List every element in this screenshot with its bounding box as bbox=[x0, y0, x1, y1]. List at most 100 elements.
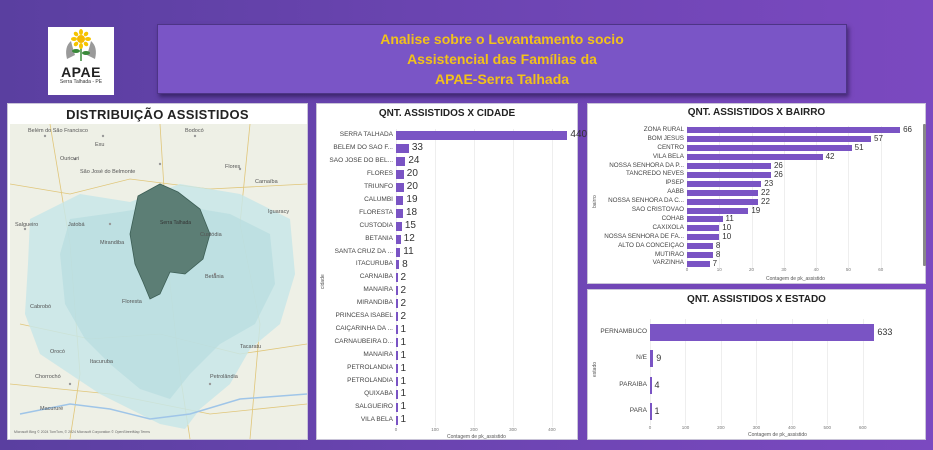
bar[interactable] bbox=[687, 243, 713, 250]
data-label: 12 bbox=[403, 233, 415, 245]
bar[interactable] bbox=[687, 136, 872, 143]
category-label: PETROLANDIA bbox=[347, 364, 393, 372]
bar[interactable] bbox=[650, 403, 652, 421]
map-title: DISTRIBUIÇÃO ASSISTIDOS bbox=[66, 107, 249, 122]
bar[interactable] bbox=[396, 208, 403, 218]
bar[interactable] bbox=[396, 286, 398, 296]
bar[interactable] bbox=[687, 252, 713, 259]
chart-estado-ylabel: estado bbox=[592, 361, 598, 377]
category-label: CAXIXOLA bbox=[652, 223, 685, 231]
data-label: 4 bbox=[654, 379, 660, 390]
bar[interactable] bbox=[396, 273, 398, 283]
category-label: TRIUNFO bbox=[364, 182, 393, 190]
bar[interactable] bbox=[687, 207, 749, 214]
category-label: TANCREDO NEVES bbox=[626, 170, 684, 178]
bar[interactable] bbox=[396, 364, 398, 374]
bar[interactable] bbox=[687, 145, 852, 152]
bar[interactable] bbox=[687, 189, 759, 196]
bar[interactable] bbox=[396, 299, 398, 309]
bar[interactable] bbox=[396, 234, 401, 244]
bar[interactable] bbox=[396, 415, 398, 425]
chart-cidade[interactable]: QNT. ASSISTIDOS X CIDADE cidade Contagem… bbox=[316, 103, 587, 440]
bar[interactable] bbox=[396, 221, 402, 231]
x-tick-label: 30 bbox=[781, 267, 787, 272]
bar[interactable] bbox=[650, 323, 875, 341]
data-label: 1 bbox=[400, 414, 407, 426]
map-label-highlight: Serra Talhada bbox=[160, 220, 192, 226]
bar[interactable] bbox=[396, 143, 409, 153]
bar[interactable] bbox=[687, 171, 771, 178]
x-tick-label: 60 bbox=[878, 267, 884, 272]
data-label: 24 bbox=[408, 155, 420, 167]
bar[interactable] bbox=[687, 225, 720, 232]
bar[interactable] bbox=[687, 216, 723, 223]
data-label: 1 bbox=[400, 336, 407, 348]
category-label: SANTA CRUZ DA ... bbox=[334, 247, 393, 255]
bar[interactable] bbox=[650, 376, 652, 394]
data-label: 22 bbox=[761, 196, 770, 206]
map-label: Chorrochó bbox=[35, 374, 61, 380]
map-label: Floresta bbox=[122, 299, 142, 305]
bar[interactable] bbox=[687, 180, 762, 187]
data-label: 42 bbox=[825, 152, 835, 162]
chart-bairro-scrollbar[interactable] bbox=[923, 124, 926, 266]
bar[interactable] bbox=[687, 154, 823, 161]
chart-estado-title: QNT. ASSISTIDOS X ESTADO bbox=[687, 294, 826, 305]
bar[interactable] bbox=[396, 312, 398, 322]
category-label: NOSSA SENHORA DE FÁ... bbox=[604, 232, 684, 240]
x-tick-label: 0 bbox=[648, 425, 652, 430]
bar[interactable] bbox=[687, 127, 901, 134]
category-label: BETÂNIA bbox=[365, 234, 393, 242]
bar[interactable] bbox=[687, 234, 720, 241]
category-label: PARAÍBA bbox=[619, 380, 647, 388]
bar[interactable] bbox=[396, 260, 400, 270]
logo-subtitle: Serra Talhada - PE bbox=[59, 79, 103, 85]
data-label: 2 bbox=[400, 284, 407, 296]
map-label: São José do Belmonte bbox=[80, 169, 136, 175]
bar[interactable] bbox=[396, 156, 406, 166]
map-label: Macururé bbox=[40, 406, 64, 412]
category-label: FLORESTA bbox=[359, 208, 393, 216]
category-label: NOSSA SENHORA DA C... bbox=[608, 197, 684, 205]
x-tick-label: 0 bbox=[394, 427, 398, 432]
map-canvas[interactable]: Belém do São Francisco Exu Bodocó Ouricu… bbox=[10, 124, 307, 439]
bar[interactable] bbox=[650, 350, 654, 368]
bar[interactable] bbox=[687, 260, 710, 267]
category-label: SÃO CRISTÓVÃO bbox=[631, 206, 684, 214]
category-label: SALGUEIRO bbox=[355, 402, 393, 410]
flower-hands-icon bbox=[66, 29, 96, 61]
bar[interactable] bbox=[396, 351, 398, 361]
category-label: MIRANDIBA bbox=[356, 299, 393, 307]
data-label: 8 bbox=[402, 258, 408, 270]
bar[interactable] bbox=[396, 325, 398, 335]
data-label: 1 bbox=[400, 323, 407, 335]
bar[interactable] bbox=[396, 182, 404, 192]
bar[interactable] bbox=[396, 389, 398, 399]
bar[interactable] bbox=[396, 130, 568, 140]
category-label: CAIÇARINHA DA ... bbox=[335, 325, 393, 333]
report-title-line-3: APAE-Serra Talhada bbox=[434, 71, 570, 87]
bar[interactable] bbox=[687, 198, 759, 205]
chart-bairro[interactable]: QNT. ASSISTIDOS X BAIRRO bairro Contagem… bbox=[587, 103, 926, 284]
bar[interactable] bbox=[687, 163, 771, 170]
map-base bbox=[10, 124, 307, 439]
data-label: 19 bbox=[406, 194, 418, 206]
bar[interactable] bbox=[396, 402, 398, 412]
bar[interactable] bbox=[396, 338, 398, 348]
data-label: 20 bbox=[406, 168, 418, 180]
category-label: PRINCESA ISABEL bbox=[335, 312, 393, 320]
x-tick-label: 400 bbox=[788, 425, 796, 430]
map-label: Iguaracy bbox=[268, 209, 290, 215]
bar[interactable] bbox=[396, 169, 404, 179]
map-visual[interactable]: DISTRIBUIÇÃO ASSISTIDOS Belém do São Fra… bbox=[7, 103, 308, 440]
x-tick-label: 40 bbox=[813, 267, 819, 272]
chart-estado[interactable]: QNT. ASSISTIDOS X ESTADO estado Contagem… bbox=[587, 289, 926, 440]
bar[interactable] bbox=[396, 247, 401, 257]
category-label: VILA BELA bbox=[360, 415, 393, 423]
data-label: 633 bbox=[877, 326, 893, 337]
data-label: 2 bbox=[400, 271, 407, 283]
category-label: PARÁ bbox=[629, 407, 647, 415]
bar[interactable] bbox=[396, 195, 404, 205]
category-label: PETROLÂNDIA bbox=[347, 377, 393, 385]
bar[interactable] bbox=[396, 377, 398, 387]
